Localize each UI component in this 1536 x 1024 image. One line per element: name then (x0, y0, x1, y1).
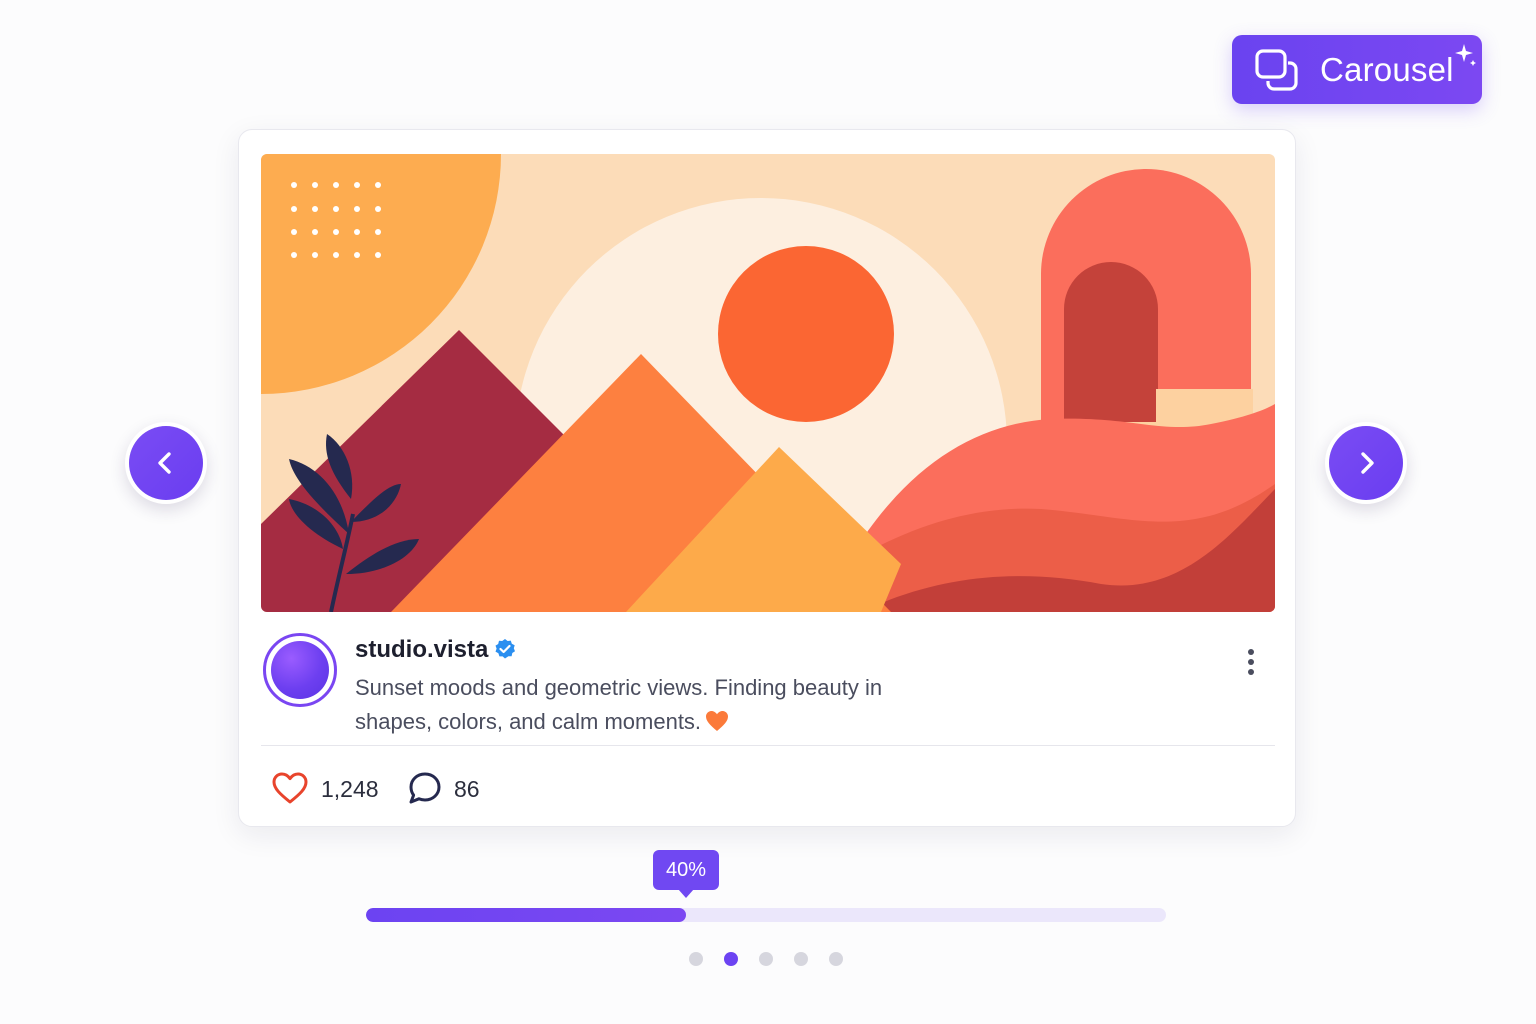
pagination-dot[interactable] (759, 952, 773, 966)
pagination-dots (689, 952, 843, 968)
comments-count: 86 (454, 776, 480, 802)
carousel-stage: Carousel studio.vista Sunset moods and g… (0, 0, 1536, 1024)
heart-emoji (706, 711, 729, 731)
carousel-stack-icon (1255, 49, 1298, 91)
comment-icon[interactable] (407, 770, 443, 806)
post-caption-text: Sunset moods and geometric views. Findin… (355, 675, 883, 734)
previous-slide-button[interactable] (125, 422, 207, 504)
username[interactable]: studio.vista (355, 635, 488, 665)
post-card: studio.vista Sunset moods and geometric … (238, 129, 1296, 827)
progress-tooltip: 40% (653, 850, 719, 898)
pagination-dot[interactable] (829, 952, 843, 966)
carousel-badge-label: Carousel (1320, 51, 1454, 88)
avatar[interactable] (263, 633, 337, 707)
divider (261, 745, 1275, 746)
geometric-sunset-illustration (261, 154, 1275, 612)
chevron-left-icon (158, 452, 171, 474)
chevron-right-icon (1361, 452, 1374, 474)
verified-badge-icon (495, 639, 515, 659)
progress-fill (366, 908, 686, 922)
sparkle-icon (1455, 44, 1476, 66)
heart-icon[interactable] (271, 770, 309, 806)
post-image[interactable] (261, 154, 1275, 612)
pagination-dot[interactable] (724, 952, 738, 966)
avatar-image (271, 641, 329, 699)
more-options-icon[interactable] (1239, 646, 1263, 682)
next-slide-button[interactable] (1325, 422, 1407, 504)
progress-bar[interactable] (366, 908, 1166, 922)
pagination-dot[interactable] (794, 952, 808, 966)
pagination-dot[interactable] (689, 952, 703, 966)
post-caption: Sunset moods and geometric views. Findin… (355, 671, 955, 739)
likes-count: 1,248 (321, 776, 379, 802)
carousel-badge[interactable]: Carousel (1232, 35, 1482, 104)
